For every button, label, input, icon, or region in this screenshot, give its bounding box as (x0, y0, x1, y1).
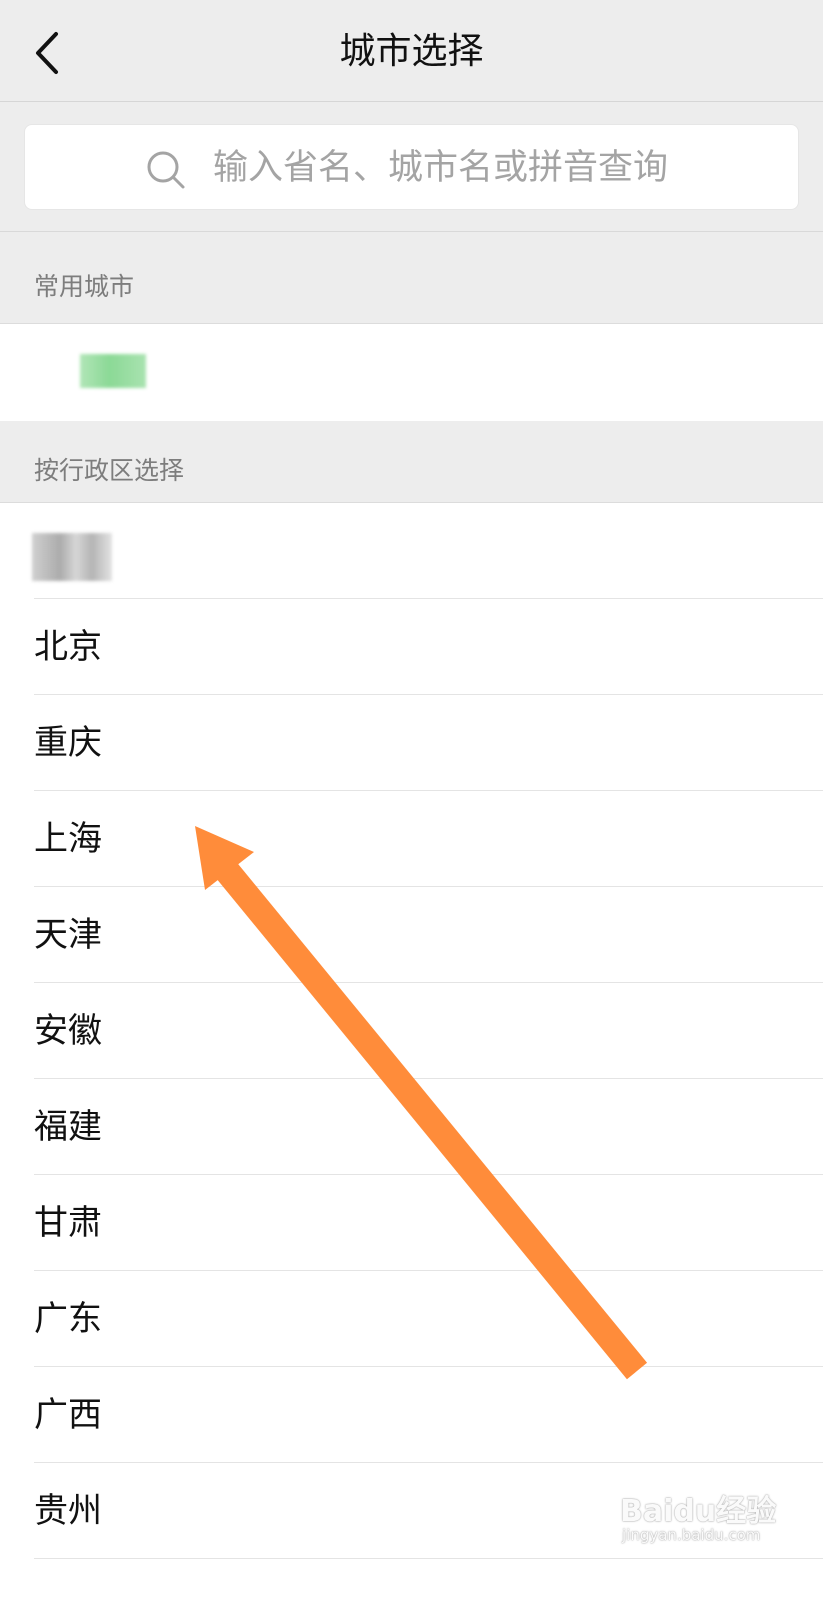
list-item[interactable]: 天津 (0, 887, 823, 983)
region-label: 重庆 (34, 723, 102, 763)
list-item[interactable]: 贵州 (0, 1463, 823, 1559)
region-label: 福建 (34, 1107, 102, 1147)
search-box[interactable] (24, 124, 799, 211)
region-label: 天津 (34, 915, 102, 955)
section-header-frequent-cities: 常用城市 (0, 232, 823, 324)
region-label: 贵州 (34, 1491, 102, 1531)
list-item[interactable]: 上海 (0, 791, 823, 887)
list-item[interactable]: 广西 (0, 1367, 823, 1463)
list-item[interactable]: 甘肃 (0, 1175, 823, 1271)
list-item[interactable]: 安徽 (0, 983, 823, 1079)
region-list: 北京 重庆 上海 天津 安徽 福建 甘肃 广东 广西 贵州 (0, 503, 823, 1559)
region-label: 北京 (34, 627, 102, 667)
list-item-location[interactable] (0, 503, 823, 599)
region-label: 广东 (34, 1299, 102, 1339)
navigation-bar: 城市选择 (0, 0, 823, 102)
section-header-by-region: 按行政区选择 (0, 421, 823, 503)
region-label: 上海 (34, 819, 102, 859)
blurred-location-name (32, 533, 112, 581)
search-area (0, 102, 823, 232)
frequent-city-item[interactable] (0, 324, 823, 421)
region-label: 甘肃 (34, 1203, 102, 1243)
page-title: 城市选择 (339, 31, 484, 72)
list-item[interactable]: 北京 (0, 599, 823, 695)
list-item[interactable]: 广东 (0, 1271, 823, 1367)
region-label: 广西 (34, 1395, 102, 1435)
list-item[interactable]: 福建 (0, 1079, 823, 1175)
search-input[interactable] (211, 125, 775, 211)
search-icon (147, 151, 185, 189)
blurred-city-name (80, 354, 146, 388)
region-label: 安徽 (34, 1011, 102, 1051)
list-item[interactable]: 重庆 (0, 695, 823, 791)
